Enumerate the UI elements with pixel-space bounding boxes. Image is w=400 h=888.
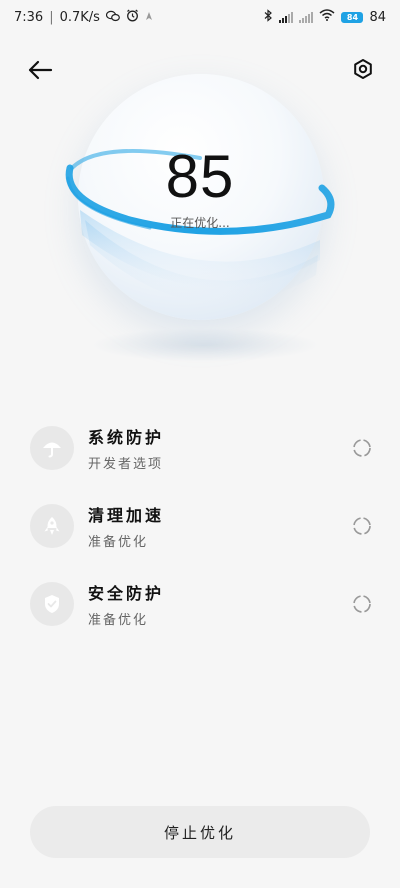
wifi-icon	[319, 9, 335, 25]
optimization-sphere: 85 正在优化...	[0, 60, 400, 380]
task-title: 系统防护	[88, 428, 165, 447]
shield-icon	[30, 582, 74, 626]
security-optimization-screen: 7:36 | 0.7K/s 84 84 85 正在优化... 系统防护 开发者选…	[0, 0, 400, 888]
battery-level: 84	[346, 12, 359, 22]
location-icon	[145, 10, 153, 24]
loading-spinner-icon	[353, 517, 371, 535]
status-separator: |	[49, 9, 54, 25]
task-title: 清理加速	[88, 506, 165, 525]
status-bar-right: 84 84	[264, 8, 386, 26]
alarm-icon	[126, 9, 139, 25]
optimization-score: 85	[165, 143, 235, 210]
task-item-system-protection: 系统防护 开发者选项	[0, 410, 400, 488]
task-title: 安全防护	[88, 584, 165, 603]
status-bar-left: 7:36 | 0.7K/s	[14, 9, 153, 25]
status-time: 7:36	[14, 9, 44, 25]
battery-icon: 84	[341, 11, 364, 23]
signal-icon	[279, 11, 294, 23]
task-subtitle: 准备优化	[88, 535, 149, 550]
task-subtitle: 准备优化	[88, 613, 149, 628]
task-item-cleanup-boost: 清理加速 准备优化	[0, 488, 400, 566]
umbrella-icon	[30, 426, 74, 470]
rocket-icon	[30, 504, 74, 548]
stop-optimization-button[interactable]: 停止优化	[30, 806, 370, 858]
status-net-speed: 0.7K/s	[59, 9, 100, 25]
loading-spinner-icon	[353, 439, 371, 457]
task-subtitle: 开发者选项	[88, 457, 164, 472]
wechat-icon	[105, 10, 120, 25]
battery-percent: 84	[369, 9, 386, 25]
bluetooth-icon	[264, 8, 273, 26]
optimization-status: 正在优化...	[170, 216, 230, 230]
loading-spinner-icon	[353, 595, 371, 613]
task-list: 系统防护 开发者选项 清理加速 准备优化 安全防护 准备优化	[0, 410, 400, 644]
task-item-security-protection: 安全防护 准备优化	[0, 566, 400, 644]
status-bar: 7:36 | 0.7K/s 84 84	[0, 0, 400, 34]
signal-icon-secondary	[299, 11, 314, 23]
